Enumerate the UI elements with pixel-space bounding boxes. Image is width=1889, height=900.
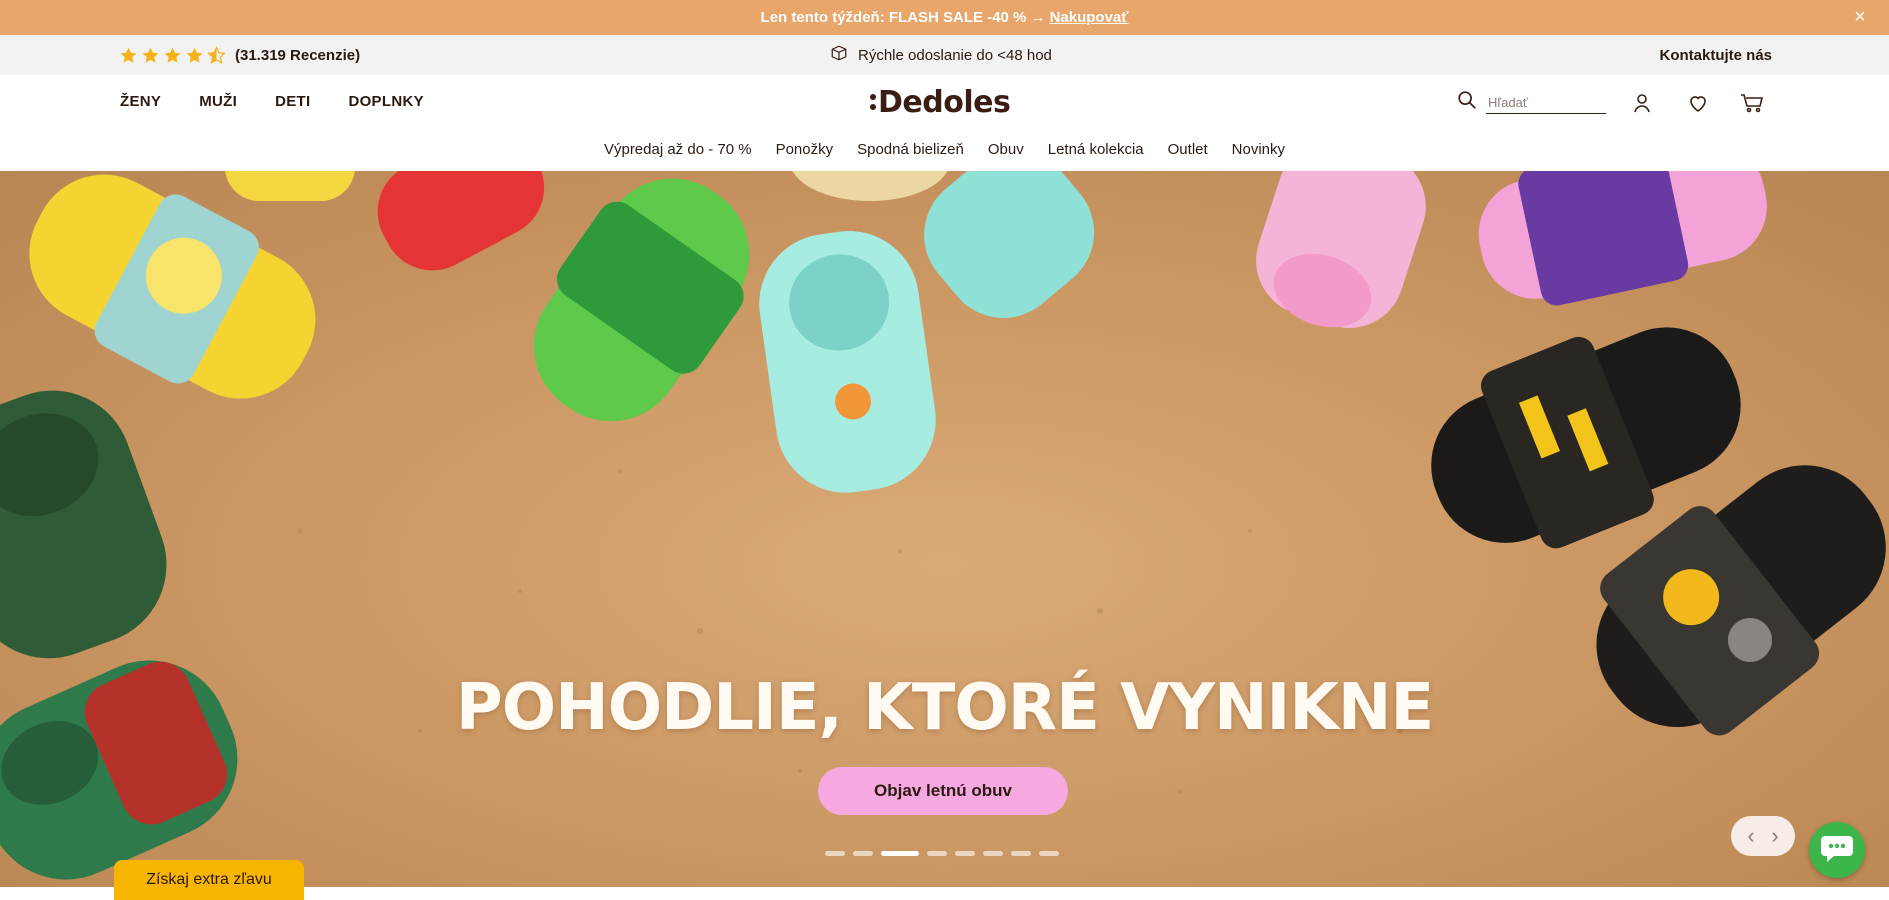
carousel-dot-active[interactable] — [881, 851, 919, 856]
carousel-dot[interactable] — [1039, 851, 1059, 856]
nav-item-accessories[interactable]: DOPLNKY — [348, 93, 423, 110]
subnav-item-outlet[interactable]: Outlet — [1168, 141, 1208, 158]
nav-item-men[interactable]: MUŽI — [199, 93, 237, 110]
star-icon — [185, 46, 204, 65]
sub-nav: Výpredaj až do - 70 % Ponožky Spodná bie… — [0, 127, 1889, 171]
chat-button[interactable] — [1809, 822, 1865, 878]
carousel-dot[interactable] — [853, 851, 873, 856]
half-star-icon — [207, 45, 226, 65]
subnav-item-new[interactable]: Novinky — [1232, 141, 1285, 158]
nav-item-kids[interactable]: DETI — [275, 93, 310, 110]
carousel-arrows: ‹ › — [1731, 816, 1795, 856]
nav-item-women[interactable]: ŽENY — [120, 93, 161, 110]
subnav-item-summer[interactable]: Letná kolekcia — [1048, 141, 1144, 158]
subnav-item-socks[interactable]: Ponožky — [776, 141, 834, 158]
search-input[interactable] — [1486, 91, 1606, 114]
star-icon — [119, 46, 138, 65]
hero-banner: POHODLIE, KTORÉ VYNIKNE Objav letnú obuv… — [0, 171, 1889, 887]
carousel-dot[interactable] — [983, 851, 1003, 856]
promo-bar: Len tento týždeň: FLASH SALE -40 % → Nak… — [0, 0, 1889, 35]
heart-icon[interactable] — [1684, 89, 1712, 117]
logo[interactable]: Dedoles — [870, 84, 1011, 120]
star-icon — [163, 46, 182, 65]
shipping-text: Rýchle odoslanie do <48 hod — [858, 46, 1052, 64]
subnav-item-underwear[interactable]: Spodná bielizeň — [857, 141, 964, 158]
chevron-right-icon[interactable]: › — [1771, 825, 1778, 847]
search-icon[interactable] — [1456, 89, 1478, 116]
carousel-dots — [825, 851, 1059, 856]
subnav-item-shoes[interactable]: Obuv — [988, 141, 1024, 158]
carousel-dot[interactable] — [1011, 851, 1031, 856]
promo-shop-link[interactable]: Nakupovať — [1050, 9, 1129, 26]
promo-text: Len tento týždeň: FLASH SALE -40 % → — [760, 9, 1046, 26]
carousel-dot[interactable] — [825, 851, 845, 856]
logo-mark — [870, 94, 876, 110]
shipping-info: Rýchle odoslanie do <48 hod — [830, 35, 1052, 75]
info-bar: (31.319 Recenzie) Rýchle odoslanie do <4… — [0, 35, 1889, 75]
shop-summer-shoes-button[interactable]: Objav letnú obuv — [818, 767, 1068, 815]
chevron-left-icon[interactable]: ‹ — [1747, 825, 1754, 847]
hero-headline: POHODLIE, KTORÉ VYNIKNE — [455, 671, 1434, 745]
site-header: ŽENY MUŽI DETI DOPLNKY Dedoles Výpredaj … — [0, 75, 1889, 171]
contact-link[interactable]: Kontaktujte nás — [1659, 35, 1772, 75]
user-icon[interactable] — [1628, 89, 1656, 117]
review-count: (31.319 Recenzie) — [235, 46, 361, 64]
chat-bubble-icon — [1820, 833, 1854, 868]
box-icon — [830, 44, 848, 66]
carousel-dot[interactable] — [927, 851, 947, 856]
rating[interactable]: (31.319 Recenzie) — [119, 35, 360, 75]
category-nav: ŽENY MUŽI DETI DOPLNKY — [120, 75, 424, 127]
cart-icon[interactable] — [1738, 89, 1766, 117]
logo-text: Dedoles — [878, 84, 1011, 120]
star-icon — [141, 46, 160, 65]
search — [1456, 89, 1606, 116]
subnav-item-sale[interactable]: Výpredaj až do - 70 % — [604, 141, 752, 158]
extra-discount-button[interactable]: Získaj extra zľavu — [114, 860, 304, 900]
close-icon[interactable]: × — [1849, 6, 1871, 28]
carousel-dot[interactable] — [955, 851, 975, 856]
